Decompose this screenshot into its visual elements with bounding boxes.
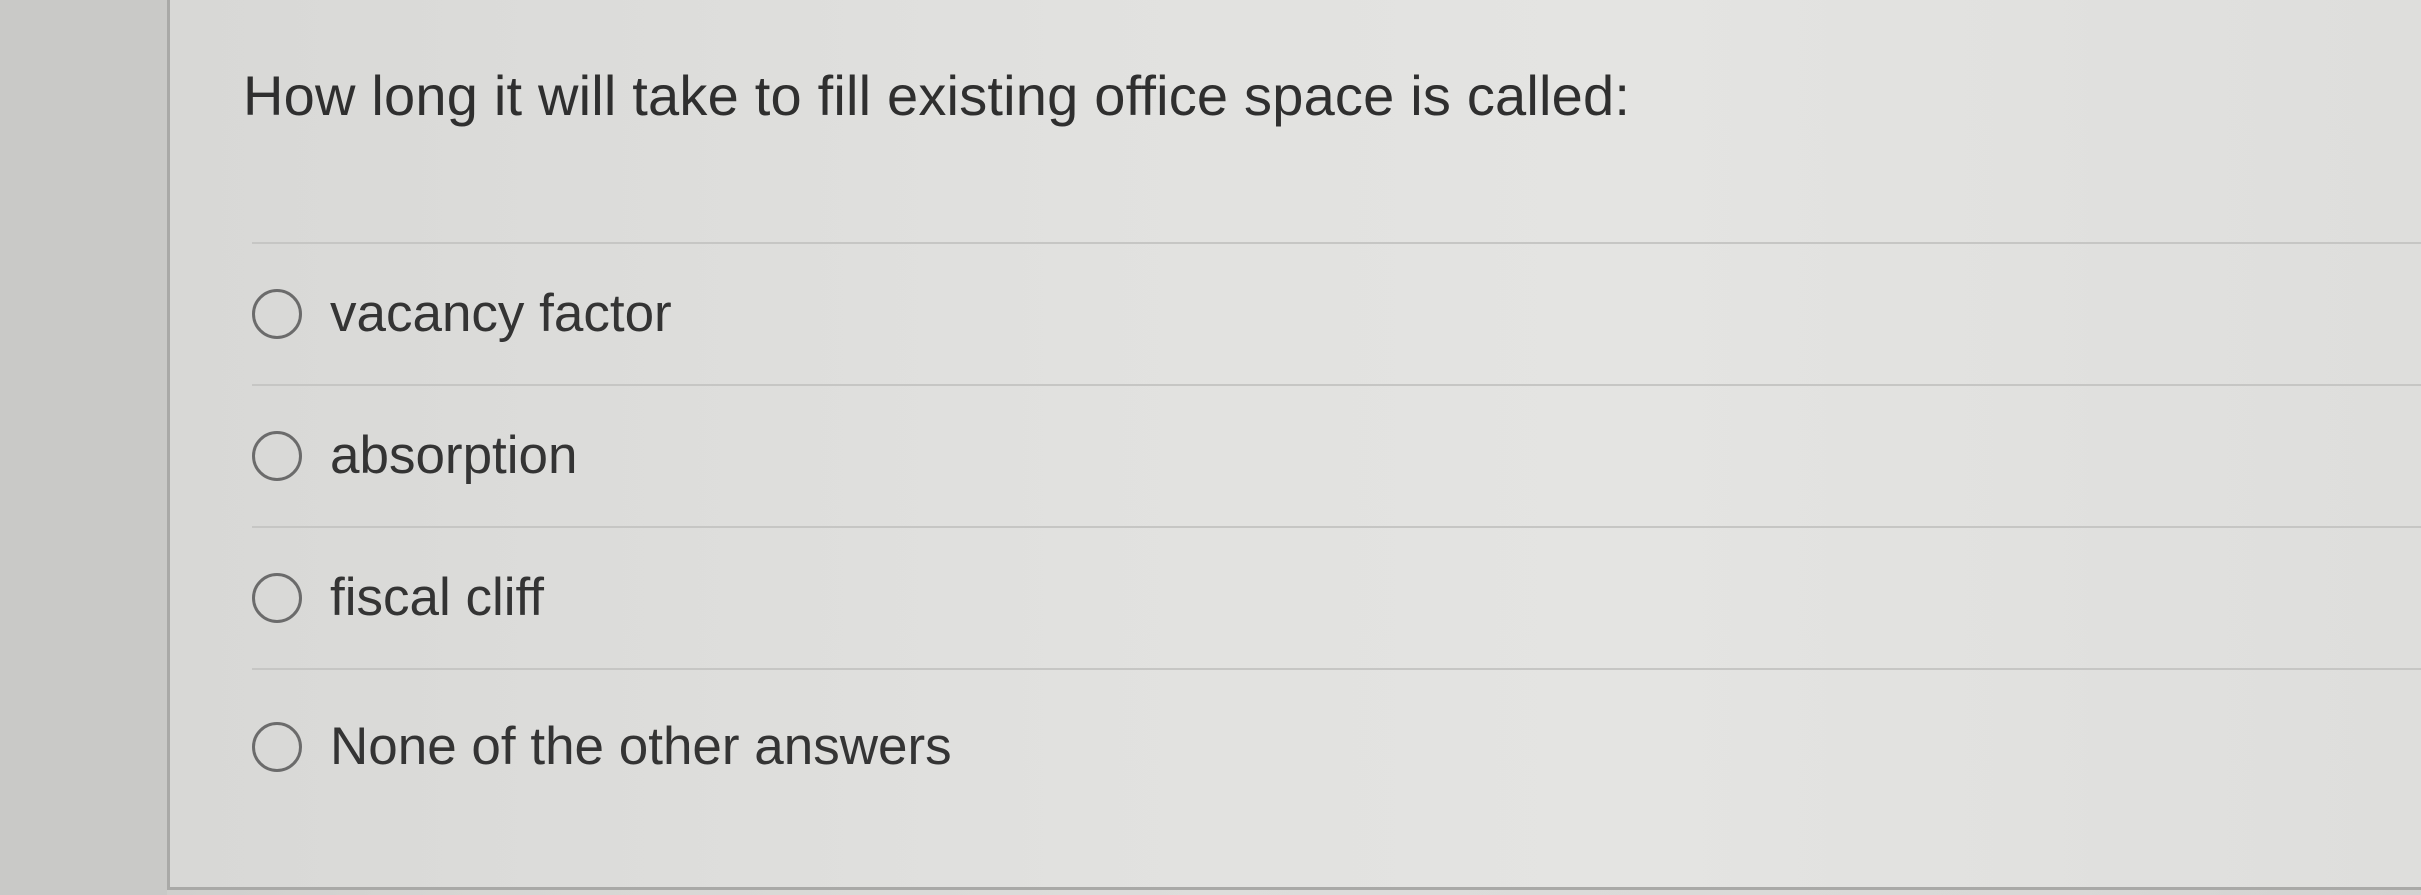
answer-option-vacancy-factor[interactable]: vacancy factor	[252, 242, 2421, 384]
answer-option-fiscal-cliff[interactable]: fiscal cliff	[252, 526, 2421, 668]
left-margin	[0, 0, 167, 895]
radio-button-vacancy-factor[interactable]	[252, 289, 302, 339]
answer-label-fiscal-cliff: fiscal cliff	[330, 568, 545, 627]
question-text: How long it will take to fill existing o…	[243, 64, 1631, 127]
answer-label-none-of-the-other-answers: None of the other answers	[330, 717, 952, 776]
answer-label-vacancy-factor: vacancy factor	[330, 284, 672, 343]
radio-button-absorption[interactable]	[252, 431, 302, 481]
answer-option-absorption[interactable]: absorption	[252, 384, 2421, 526]
answer-options: vacancy factor absorption fiscal cliff	[252, 242, 2421, 672]
answer-label-absorption: absorption	[330, 426, 578, 485]
answer-option-none-of-the-other-answers[interactable]: None of the other answers	[252, 672, 2421, 822]
radio-button-none-of-the-other-answers[interactable]	[252, 722, 302, 772]
question-card: How long it will take to fill existing o…	[167, 0, 2421, 890]
radio-button-fiscal-cliff[interactable]	[252, 573, 302, 623]
quiz-page: How long it will take to fill existing o…	[0, 0, 2421, 895]
